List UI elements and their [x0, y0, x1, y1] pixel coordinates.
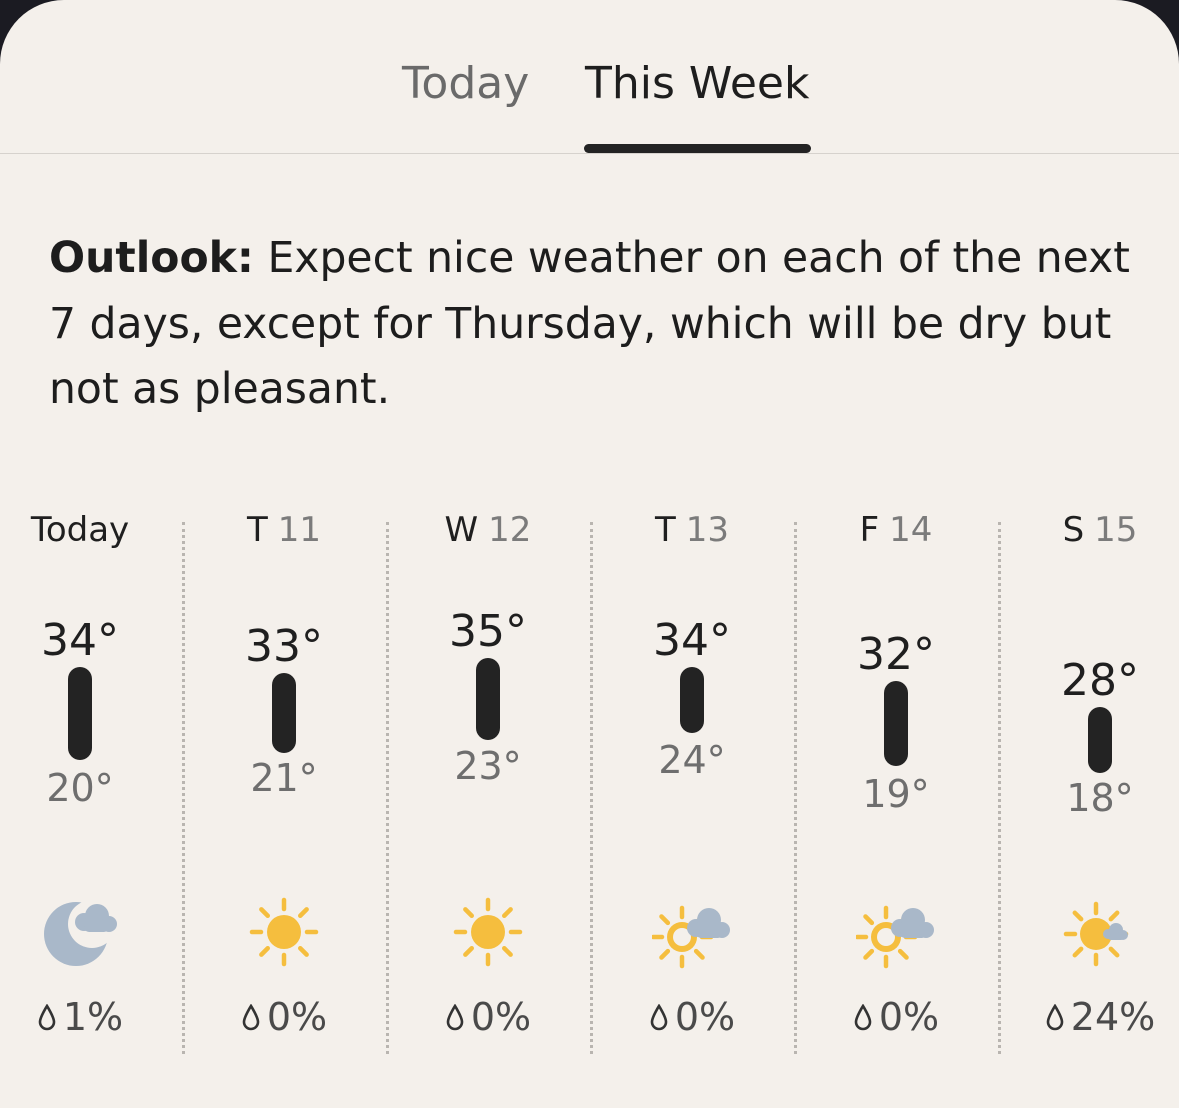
day-header: F 14 [794, 510, 998, 550]
temperature-range-bar [476, 658, 500, 740]
day-column[interactable]: S 15 28° 18° 24% [998, 500, 1179, 1060]
precipitation-chance: 24% [998, 995, 1179, 1039]
precipitation-chance: 0% [386, 995, 590, 1039]
raindrop-icon [854, 1004, 872, 1031]
day-letter: T [246, 510, 268, 550]
raindrop-icon [446, 1004, 464, 1031]
sun-icon [244, 892, 324, 972]
day-header: W 12 [386, 510, 590, 550]
raindrop-icon [38, 1004, 56, 1031]
tab-today[interactable]: Today [402, 56, 529, 112]
precipitation-chance: 0% [182, 995, 386, 1039]
day-header: Today [0, 510, 182, 550]
weather-sheet: Today This Week Outlook: Expect nice wea… [0, 0, 1179, 1108]
high-temp: 35° [449, 606, 527, 657]
day-column[interactable]: T 13 34° 24° 0% [590, 500, 794, 1060]
precip-value: 24% [1070, 995, 1156, 1039]
temperature-range-bar [68, 667, 92, 760]
temperature-range-bar [1088, 707, 1112, 773]
moon-cloud-icon [40, 892, 120, 972]
day-column[interactable]: Today 34° 20° 1% [0, 500, 182, 1060]
precip-value: 0% [266, 995, 328, 1039]
temperature-range-bar [680, 667, 704, 733]
tab-bar: Today This Week [0, 0, 1179, 154]
raindrop-icon [242, 1004, 260, 1031]
low-temp: 21° [250, 756, 318, 800]
high-temp: 32° [857, 629, 935, 680]
day-header: T 13 [590, 510, 794, 550]
tab-this-week[interactable]: This Week [585, 56, 809, 112]
precipitation-chance: 0% [794, 995, 998, 1039]
day-date: 13 [685, 510, 730, 550]
day-letter: T [654, 510, 676, 550]
sun-icon [448, 892, 528, 972]
partly-cloudy-icon [650, 892, 732, 972]
active-tab-indicator [584, 144, 811, 153]
low-temp: 20° [46, 766, 114, 810]
day-date: 14 [889, 510, 933, 550]
high-temp: 34° [41, 615, 119, 666]
precipitation-chance: 1% [0, 995, 182, 1039]
raindrop-icon [650, 1004, 668, 1031]
day-header: S 15 [998, 510, 1179, 550]
high-temp: 34° [653, 615, 731, 666]
low-temp: 19° [862, 772, 930, 816]
precip-value: 1% [62, 995, 124, 1039]
precip-value: 0% [878, 995, 940, 1039]
precip-value: 0% [674, 995, 736, 1039]
day-header: T 11 [182, 510, 386, 550]
high-temp: 33° [245, 621, 323, 672]
high-temp: 28° [1061, 655, 1139, 706]
day-column[interactable]: F 14 32° 19° 0% [794, 500, 998, 1060]
precip-value: 0% [470, 995, 532, 1039]
temperature-range-bar [884, 681, 908, 766]
day-date: 11 [277, 510, 322, 550]
precipitation-chance: 0% [590, 995, 794, 1039]
low-temp: 23° [454, 744, 522, 788]
day-column[interactable]: T 11 33° 21° 0% [182, 500, 386, 1060]
temperature-range-bar [272, 673, 296, 753]
partly-cloudy-icon [854, 892, 936, 972]
raindrop-icon [1046, 1004, 1064, 1031]
outlook-label: Outlook: [49, 234, 254, 283]
low-temp: 18° [1066, 776, 1134, 820]
day-letter: F [859, 510, 880, 550]
mostly-sunny-icon [1060, 892, 1140, 972]
day-date: 15 [1094, 510, 1138, 550]
day-letter: Today [30, 510, 130, 550]
day-letter: S [1062, 510, 1085, 550]
outlook-text: Outlook: Expect nice weather on each of … [49, 226, 1134, 423]
low-temp: 24° [658, 738, 726, 782]
day-letter: W [444, 510, 479, 550]
day-column[interactable]: W 12 35° 23° 0% [386, 500, 590, 1060]
day-date: 12 [488, 510, 532, 550]
